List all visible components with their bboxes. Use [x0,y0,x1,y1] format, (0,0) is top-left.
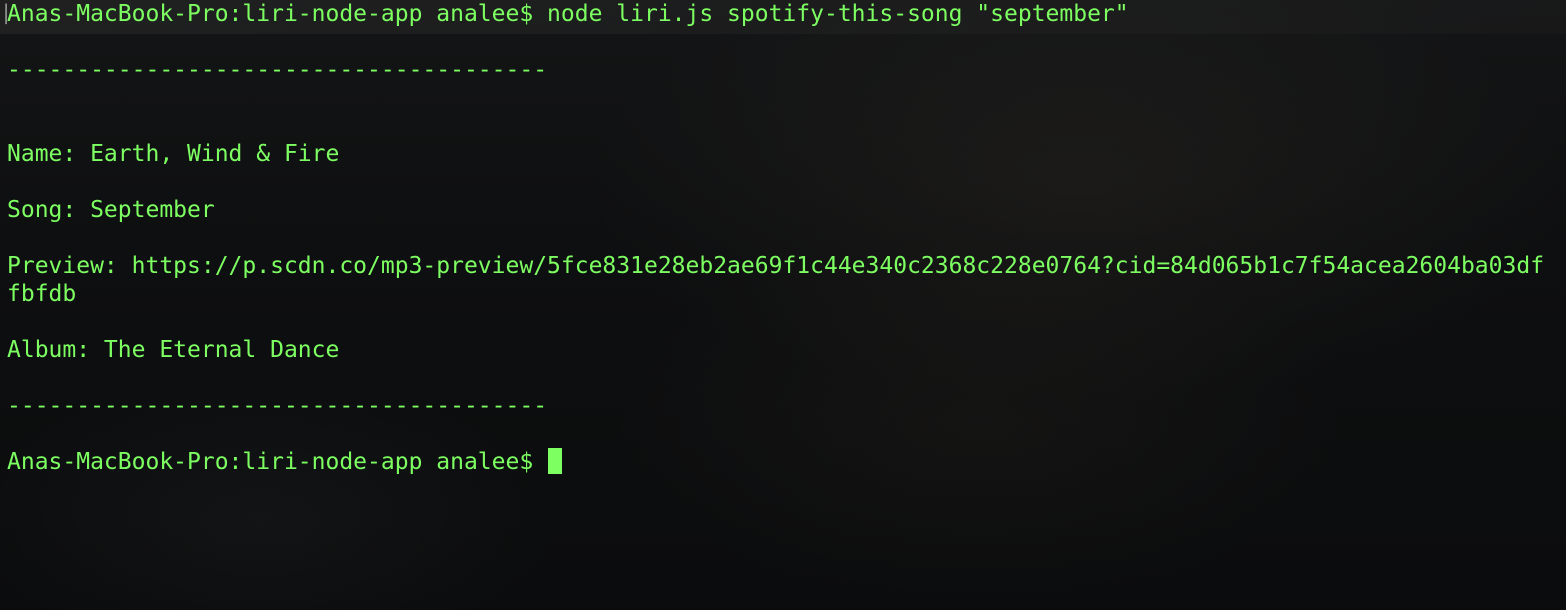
output-preview: Preview: https://p.scdn.co/mp3-preview/5… [7,253,1545,279]
output-name: Name: Earth, Wind & Fire [7,141,340,167]
output-preview-wrap: fbfdb [7,281,77,307]
prompt-text: Anas-MacBook-Pro:liri-node-app analee$ [7,449,548,475]
output-album: Album: The Eternal Dance [7,337,340,363]
prompt-line[interactable]: Anas-MacBook-Pro:liri-node-app analee$ [7,448,563,476]
terminal-window[interactable]: [ Anas-MacBook-Pro:liri-node-app analee$… [0,0,1566,610]
separator-bottom: --------------------------------------- [7,393,548,419]
command-line: Anas-MacBook-Pro:liri-node-app analee$ n… [7,1,1129,27]
output-song: Song: September [7,197,215,223]
text-cursor [548,448,563,474]
separator-top: --------------------------------------- [7,57,548,83]
scrollback-marker: [ [0,0,7,28]
